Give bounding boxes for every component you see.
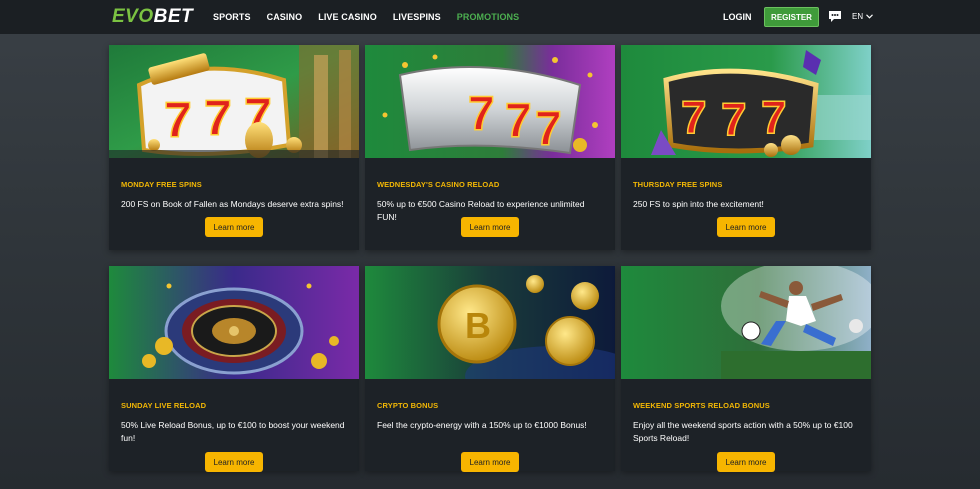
register-button[interactable]: REGISTER — [764, 7, 819, 27]
promo-image-slot-777-silver: 7 7 7 — [365, 45, 615, 158]
svg-text:7: 7 — [761, 91, 787, 143]
promo-image-slot-777-egyptian: 7 7 7 — [109, 45, 359, 158]
promo-card-crypto-bonus: B CRYPTO BONUS Feel the crypto-energy wi… — [365, 266, 615, 472]
learn-more-button[interactable]: Learn more — [461, 452, 519, 472]
promo-card-sunday-live-reload: SUNDAY LIVE RELOAD 50% Live Reload Bonus… — [109, 266, 359, 472]
promo-description: Feel the crypto-energy with a 150% up to… — [377, 420, 587, 430]
svg-text:7: 7 — [204, 90, 232, 146]
learn-more-button[interactable]: Learn more — [205, 452, 263, 472]
promo-title: THURSDAY FREE SPINS — [633, 180, 723, 189]
promo-image-roulette-wheel — [109, 266, 359, 379]
promo-card-monday-free-spins: 7 7 7 MONDAY FREE SPINS 200 FS on Book o… — [109, 45, 359, 250]
promo-title: MONDAY FREE SPINS — [121, 180, 202, 189]
promo-description: 250 FS to spin into the excitement! — [633, 199, 764, 209]
learn-more-button[interactable]: Learn more — [205, 217, 263, 237]
language-label: EN — [852, 12, 864, 21]
learn-more-button[interactable]: Learn more — [717, 452, 775, 472]
nav-livespins[interactable]: LIVESPINS — [393, 12, 441, 22]
promo-card-wednesday-casino-reload: 7 7 7 WEDNESDAY'S CASINO RELOAD 50% up t… — [365, 45, 615, 250]
promo-description: 50% Live Reload Bonus, up to €100 to boo… — [121, 420, 345, 443]
learn-more-button[interactable]: Learn more — [717, 217, 775, 237]
learn-more-button[interactable]: Learn more — [461, 217, 519, 237]
promo-title: WEDNESDAY'S CASINO RELOAD — [377, 180, 500, 189]
svg-text:B: B — [465, 305, 491, 346]
promo-image-crypto-coins: B — [365, 266, 615, 379]
promo-card-thursday-free-spins: 7 7 7 THURSDAY FREE SPINS 250 FS to spin… — [621, 45, 871, 250]
svg-text:7: 7 — [681, 91, 707, 143]
promo-title: WEEKEND SPORTS RELOAD BONUS — [633, 401, 770, 410]
nav-promotions[interactable]: PROMOTIONS — [457, 12, 520, 22]
svg-text:7: 7 — [535, 103, 562, 156]
promo-description: Enjoy all the weekend sports action with… — [633, 420, 853, 443]
language-selector[interactable]: EN — [852, 12, 874, 21]
svg-text:7: 7 — [164, 92, 192, 148]
login-button[interactable]: LOGIN — [723, 12, 752, 22]
promo-title: CRYPTO BONUS — [377, 401, 439, 410]
svg-text:7: 7 — [505, 95, 532, 148]
promo-description: 200 FS on Book of Fallen as Mondays dese… — [121, 199, 344, 209]
main-nav: SPORTS CASINO LIVE CASINO LIVESPINS PROM… — [213, 0, 535, 34]
nav-casino[interactable]: CASINO — [267, 12, 303, 22]
svg-text:7: 7 — [468, 88, 495, 141]
promo-image-football-player — [621, 266, 871, 379]
svg-text:7: 7 — [721, 93, 747, 145]
chat-bubble-icon[interactable] — [828, 10, 842, 23]
nav-sports[interactable]: SPORTS — [213, 12, 251, 22]
chevron-down-icon — [866, 14, 874, 19]
nav-live-casino[interactable]: LIVE CASINO — [318, 12, 377, 22]
evobet-logo[interactable]: EVO BET — [112, 6, 193, 28]
promo-card-weekend-sports-reload: WEEKEND SPORTS RELOAD BONUS Enjoy all th… — [621, 266, 871, 472]
promo-image-slot-777-gold: 7 7 7 — [621, 45, 871, 158]
top-navigation-bar: EVO BET SPORTS CASINO LIVE CASINO LIVESPI… — [0, 0, 980, 34]
promo-title: SUNDAY LIVE RELOAD — [121, 401, 207, 410]
